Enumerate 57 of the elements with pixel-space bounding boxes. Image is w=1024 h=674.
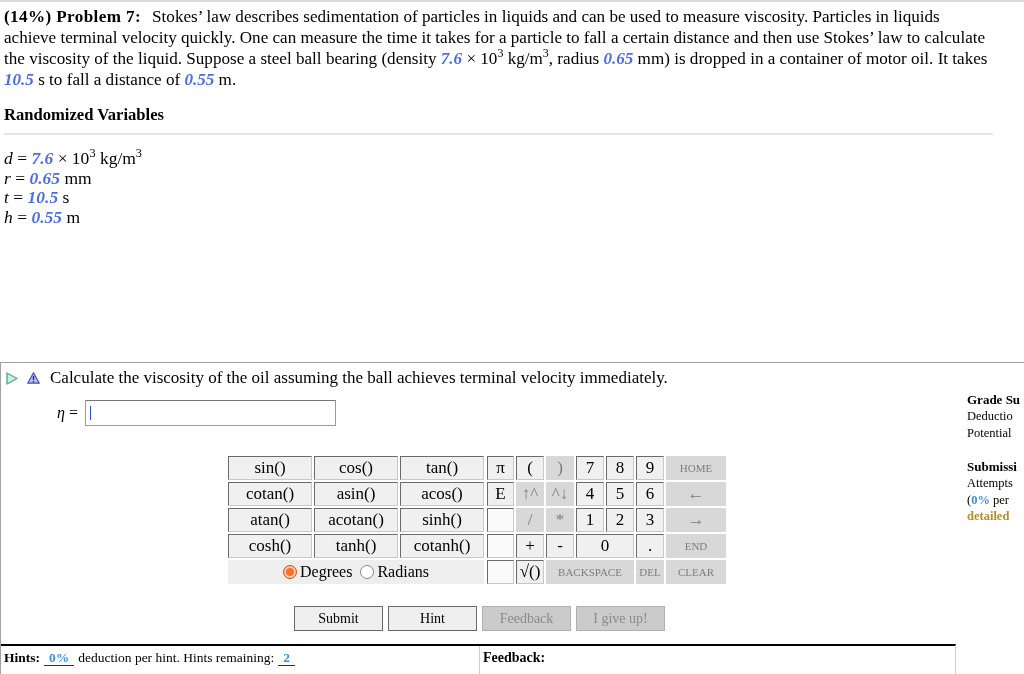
keypad-key[interactable]: 6 [636, 482, 664, 506]
keypad-key[interactable]: 9 [636, 456, 664, 480]
function-key[interactable]: asin() [314, 482, 398, 506]
grade-summary-line: Deductio [967, 408, 1013, 425]
feedback-label: Feedback: [483, 649, 546, 667]
function-key[interactable]: cosh() [228, 534, 312, 558]
keypad-key[interactable]: 3 [636, 508, 664, 532]
function-key[interactable]: sinh() [400, 508, 484, 532]
problem-statement: (14%) Problem 7: Stokes’ law describes sedimentation of particles in liquids and can be used to measure viscosity. Particles in liquids achieve terminal velocity quickly. One can measure the time it takes for a particle to fall a certain distance and then use Stokes’ law to calculate the viscosity of the liquid. Suppose a steel ball bearing (density 7.6 × 10$^{3}$ kg/m$^{3}$, radius 0.65 mm) is dropped in a container of motor oil. It takes 10.5 s to fall a distance of 0.55 m. [4, 6, 989, 90]
radio-icon[interactable] [283, 565, 297, 579]
question-text: Calculate the viscosity of the oil assuming the ball achieves terminal velocity immediately. [50, 368, 668, 388]
function-key[interactable]: acos() [400, 482, 484, 506]
keypad-key[interactable]: + [516, 534, 544, 558]
submission-line: Attempts [967, 475, 1013, 492]
function-key[interactable]: tanh() [314, 534, 398, 558]
empty-key [487, 508, 514, 532]
variable-line: t = 10.5 s [4, 188, 70, 208]
action-button[interactable]: Hint [388, 606, 477, 631]
function-key[interactable]: cotanh() [400, 534, 484, 558]
hints-info: Hints: 0% deduction per hint. Hints remaining: 2 [1, 646, 300, 667]
keypad-key[interactable]: π [487, 456, 514, 480]
submission-line: (0% per [967, 491, 1009, 508]
keypad-key[interactable]: - [546, 534, 574, 558]
play-icon[interactable] [6, 371, 18, 385]
angle-mode-radio[interactable]: Radians [360, 562, 429, 582]
keypad-key[interactable]: . [636, 534, 664, 558]
keypad-key[interactable]: 5 [606, 482, 634, 506]
keypad-key[interactable]: 1 [576, 508, 604, 532]
function-key[interactable]: atan() [228, 508, 312, 532]
keypad-key[interactable]: ( [516, 456, 544, 480]
keypad-key[interactable]: √() [516, 560, 544, 584]
grade-summary-line: Potential [967, 424, 1012, 441]
variable-line: r = 0.65 mm [4, 168, 92, 188]
warning-icon [27, 372, 40, 384]
variable-line: h = 0.55 m [4, 207, 80, 227]
action-button[interactable]: Submit [294, 606, 383, 631]
grade-summary-heading: Grade Su [967, 391, 1021, 408]
function-key[interactable]: acotan() [314, 508, 398, 532]
keypad-key[interactable]: 8 [606, 456, 634, 480]
keypad-key[interactable]: 0 [576, 534, 634, 558]
keypad-key[interactable]: 7 [576, 456, 604, 480]
radio-icon[interactable] [360, 565, 375, 579]
empty-key [487, 560, 514, 584]
answer-label: η = [57, 403, 78, 423]
submission-heading: Submissi [967, 458, 1017, 475]
function-key[interactable]: cos() [314, 456, 398, 480]
variable-line: d = 7.6 × 10$^{3}$ kg/m$^{3}$ [4, 149, 142, 169]
function-key[interactable]: tan() [400, 456, 484, 480]
section-heading: Randomized Variables [4, 105, 165, 125]
answer-field[interactable] [84, 400, 336, 426]
function-key[interactable]: sin() [228, 456, 312, 480]
keypad-key[interactable]: 2 [606, 508, 634, 532]
keypad-key[interactable]: 4 [576, 482, 604, 506]
function-key[interactable]: cotan() [228, 482, 312, 506]
angle-mode-radio[interactable]: Degrees [283, 562, 353, 582]
keypad-key[interactable]: E [487, 482, 514, 506]
empty-key [487, 534, 514, 558]
